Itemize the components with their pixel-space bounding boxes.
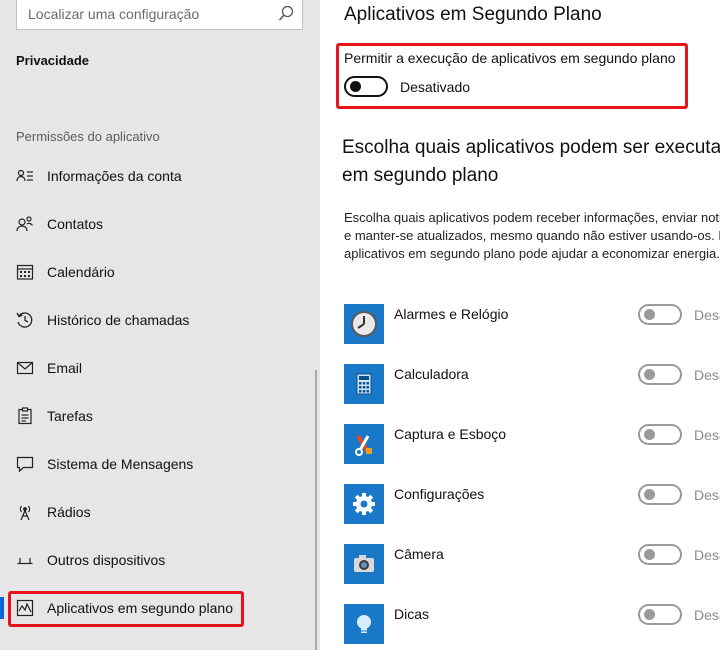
app-toggle-switch[interactable]: [638, 544, 682, 565]
app-toggle-switch[interactable]: [638, 304, 682, 325]
app-row: Configurações Desativado: [320, 484, 720, 530]
toggle-knob: [350, 81, 361, 92]
search-placeholder: Localizar uma configuração: [28, 6, 200, 22]
sidebar-scrollbar[interactable]: [315, 370, 317, 650]
sidebar-item-background-apps[interactable]: Aplicativos em segundo plano: [0, 588, 318, 628]
app-row: Dicas Desativado: [320, 604, 720, 650]
lightbulb-icon: [344, 604, 384, 644]
messaging-icon: [16, 455, 34, 473]
app-toggle-switch[interactable]: [638, 604, 682, 625]
selection-indicator: [0, 597, 4, 619]
app-name: Calculadora: [394, 366, 469, 382]
app-toggle-switch[interactable]: [638, 484, 682, 505]
app-toggle-state: Desativado: [694, 427, 720, 443]
sidebar-item-label: Rádios: [47, 504, 91, 520]
account-info-icon: [16, 167, 34, 185]
app-toggle-state: Desativado: [694, 607, 720, 623]
sidebar-item-label: Email: [47, 360, 83, 376]
tasks-icon: [16, 407, 34, 425]
sidebar-item-label: Histórico de chamadas: [47, 312, 190, 328]
sidebar-item-label: Tarefas: [47, 408, 93, 424]
calendar-icon: [16, 263, 34, 281]
call-history-icon: [16, 311, 34, 329]
sidebar-item-label: Outros dispositivos: [47, 552, 166, 568]
sidebar-item-account-info[interactable]: Informações da conta: [0, 156, 318, 196]
gear-icon: [344, 484, 384, 524]
toggle-knob: [644, 489, 655, 500]
other-devices-icon: [16, 551, 34, 569]
toggle-knob: [644, 609, 655, 620]
snip-sketch-icon: [344, 424, 384, 464]
app-toggle-switch[interactable]: [638, 424, 682, 445]
contacts-icon: [16, 215, 34, 233]
master-toggle-label: Permitir a execução de aplicativos em se…: [344, 50, 676, 66]
sidebar-item-contacts[interactable]: Contatos: [0, 204, 318, 244]
app-row: Captura e Esboço Desativado: [320, 424, 720, 470]
section-heading: Escolha quais aplicativos podem ser exec…: [342, 137, 720, 186]
sidebar-item-tasks[interactable]: Tarefas: [0, 396, 318, 436]
sidebar-item-label: Contatos: [47, 216, 104, 232]
toggle-knob: [644, 369, 655, 380]
sidebar-item-label: Sistema de Mensagens: [47, 456, 194, 472]
alarm-clock-icon: [344, 304, 384, 344]
sidebar-item-label: Informações da conta: [47, 168, 182, 184]
toggle-knob: [644, 549, 655, 560]
app-row: Câmera Desativado: [320, 544, 720, 590]
search-icon[interactable]: [278, 5, 294, 23]
sidebar-item-other-devices[interactable]: Outros dispositivos: [0, 540, 318, 580]
radios-icon: [16, 503, 34, 521]
email-icon: [16, 359, 34, 377]
sidebar: Localizar uma configuração Privacidade P…: [0, 0, 320, 650]
toggle-knob: [644, 309, 655, 320]
sidebar-item-email[interactable]: Email: [0, 348, 318, 388]
sidebar-item-label: Aplicativos em segundo plano: [47, 600, 234, 616]
camera-icon: [344, 544, 384, 584]
app-toggle-state: Desativado: [694, 367, 720, 383]
app-row: Calculadora Desativado: [320, 364, 720, 410]
app-name: Captura e Esboço: [394, 426, 507, 442]
section-description: Escolha quais aplicativos podem receber …: [344, 210, 720, 261]
search-input[interactable]: Localizar uma configuração: [16, 0, 303, 30]
sidebar-item-label: Calendário: [47, 264, 115, 280]
master-toggle-state: Desativado: [400, 79, 471, 95]
sidebar-item-calendar[interactable]: Calendário: [0, 252, 318, 292]
app-name: Alarmes e Relógio: [394, 306, 509, 322]
sidebar-item-call-history[interactable]: Histórico de chamadas: [0, 300, 318, 340]
page-title: Aplicativos em Segundo Plano: [344, 4, 602, 25]
main-panel: Aplicativos em Segundo Plano Permitir a …: [320, 0, 720, 650]
sidebar-section-header: Permissões do aplicativo: [16, 129, 160, 144]
app-name: Dicas: [394, 606, 430, 622]
toggle-knob: [644, 429, 655, 440]
app-row: Alarmes e Relógio Desativado: [320, 304, 720, 350]
background-apps-icon: [16, 599, 34, 617]
app-toggle-state: Desativado: [694, 307, 720, 323]
app-toggle-state: Desativado: [694, 487, 720, 503]
sidebar-item-messaging[interactable]: Sistema de Mensagens: [0, 444, 318, 484]
sidebar-item-radios[interactable]: Rádios: [0, 492, 318, 532]
app-name: Configurações: [394, 486, 485, 502]
app-toggle-state: Desativado: [694, 547, 720, 563]
master-toggle-switch[interactable]: [344, 76, 388, 97]
sidebar-home-title[interactable]: Privacidade: [16, 53, 89, 68]
app-toggle-switch[interactable]: [638, 364, 682, 385]
calculator-icon: [344, 364, 384, 404]
app-name: Câmera: [394, 546, 444, 562]
